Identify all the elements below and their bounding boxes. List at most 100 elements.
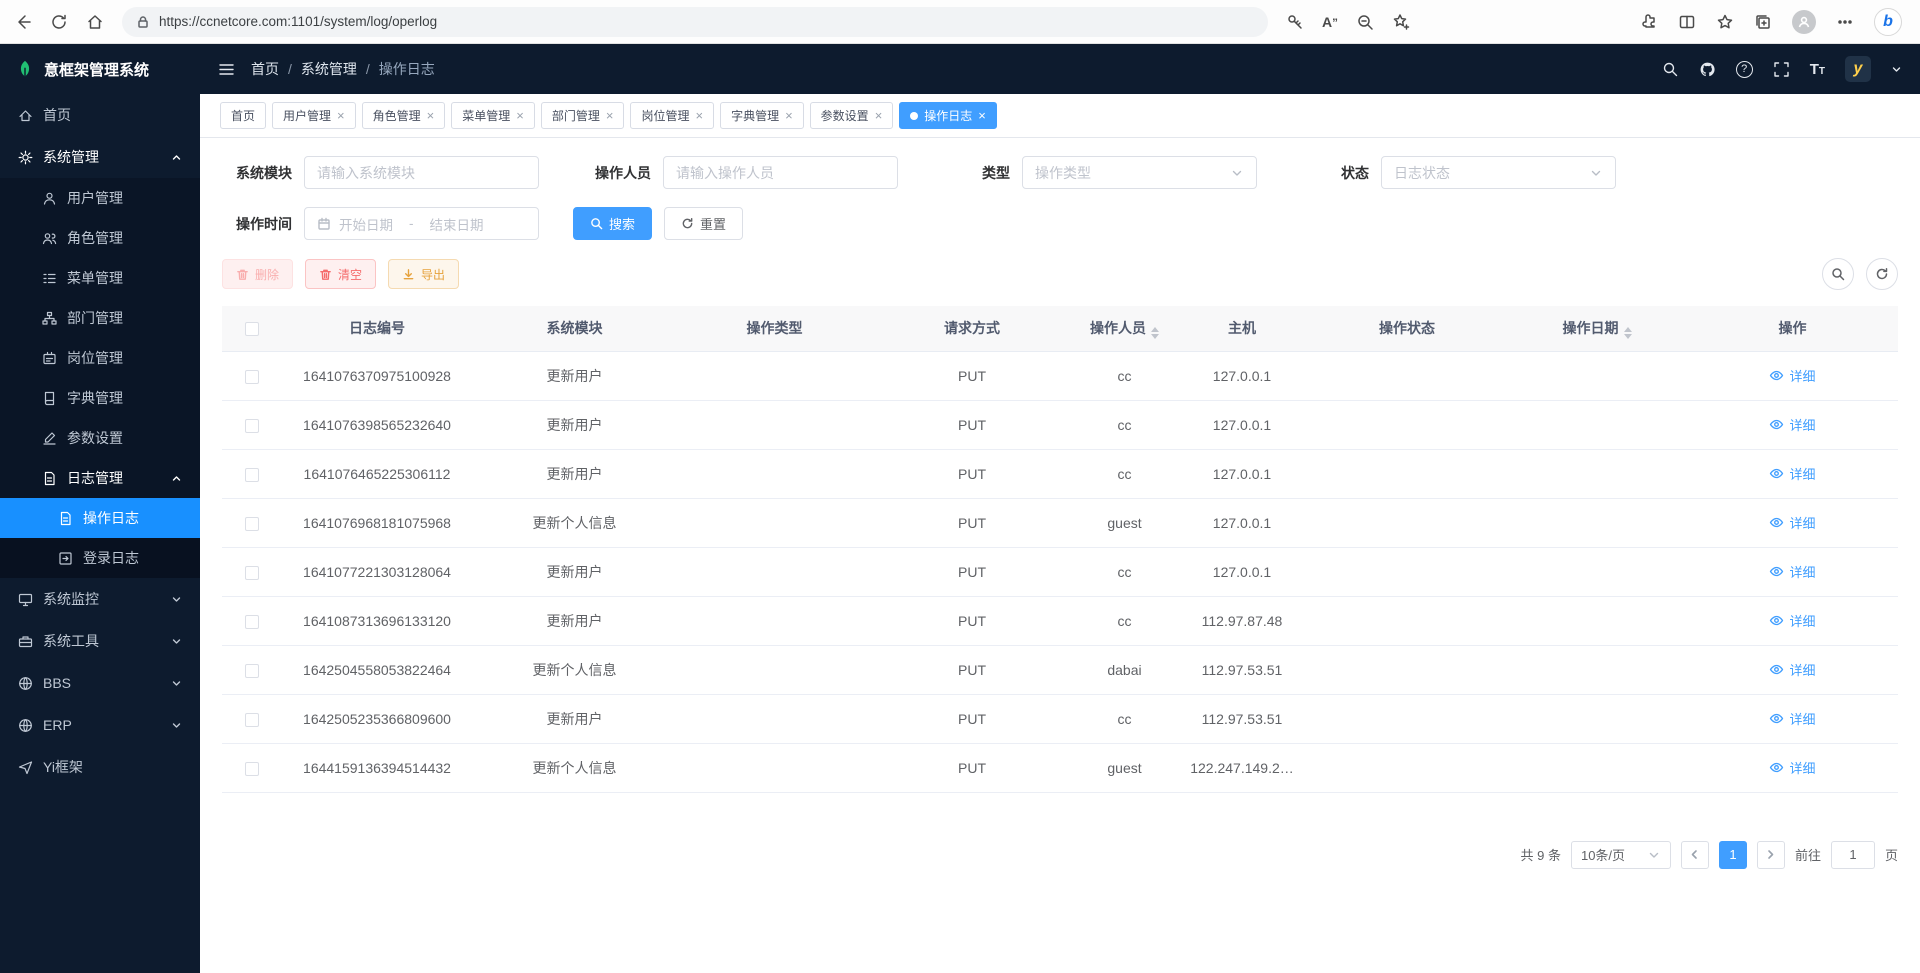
tab-menu[interactable]: 菜单管理× (451, 102, 535, 129)
favorite-add-icon[interactable] (1392, 13, 1410, 31)
tab-home[interactable]: 首页 (220, 102, 266, 129)
home-icon[interactable] (86, 13, 104, 31)
detail-link[interactable]: 详细 (1769, 366, 1815, 385)
sidebar-item-role[interactable]: 角色管理 (0, 218, 200, 258)
extensions-icon[interactable] (1640, 13, 1658, 31)
row-checkbox[interactable] (245, 615, 259, 629)
sidebar-item-dict[interactable]: 字典管理 (0, 378, 200, 418)
chevron-down-icon[interactable] (1891, 64, 1902, 75)
row-checkbox[interactable] (245, 762, 259, 776)
read-aloud-icon[interactable]: A” (1322, 14, 1338, 30)
tab-close-icon[interactable]: × (337, 109, 345, 122)
date-range-input[interactable]: 开始日期 - 结束日期 (304, 207, 539, 240)
detail-link[interactable]: 详细 (1769, 562, 1815, 581)
search-icon[interactable] (1662, 61, 1679, 78)
tab-role[interactable]: 角色管理× (362, 102, 446, 129)
export-button[interactable]: 导出 (388, 259, 459, 289)
next-page-button[interactable] (1757, 841, 1785, 869)
tab-close-icon[interactable]: × (695, 109, 703, 122)
module-input[interactable] (317, 165, 526, 181)
col-date[interactable]: 操作日期 (1507, 306, 1687, 351)
search-button[interactable]: 搜索 (573, 207, 652, 240)
tab-close-icon[interactable]: × (785, 109, 793, 122)
clear-button[interactable]: 清空 (305, 259, 376, 289)
back-icon[interactable] (14, 13, 32, 31)
sort-icon[interactable] (1624, 327, 1632, 339)
sidebar-item-dept[interactable]: 部门管理 (0, 298, 200, 338)
detail-link[interactable]: 详细 (1769, 758, 1815, 777)
sidebar-item-bbs[interactable]: BBS (0, 662, 200, 704)
font-size-icon[interactable]: TT (1810, 61, 1825, 78)
status-select[interactable]: 日志状态 (1381, 156, 1616, 189)
tab-user[interactable]: 用户管理× (272, 102, 356, 129)
sidebar-item-post[interactable]: 岗位管理 (0, 338, 200, 378)
breadcrumb-system[interactable]: 系统管理 (301, 59, 357, 79)
row-checkbox[interactable] (245, 419, 259, 433)
prev-page-button[interactable] (1681, 841, 1709, 869)
refresh-icon[interactable] (50, 13, 68, 31)
sidebar-item-log[interactable]: 日志管理 (0, 458, 200, 498)
type-select[interactable]: 操作类型 (1022, 156, 1257, 189)
sidebar-item-erp[interactable]: ERP (0, 704, 200, 746)
collections-icon[interactable] (1754, 13, 1772, 31)
operator-input[interactable] (676, 165, 885, 181)
address-bar[interactable]: https://ccnetcore.com:1101/system/log/op… (122, 7, 1268, 37)
detail-link[interactable]: 详细 (1769, 709, 1815, 728)
row-checkbox[interactable] (245, 370, 259, 384)
page-size-select[interactable]: 10条/页 (1571, 841, 1671, 869)
collapse-menu-icon[interactable] (218, 61, 235, 78)
tab-dept[interactable]: 部门管理× (541, 102, 625, 129)
delete-button[interactable]: 删除 (222, 259, 293, 289)
detail-link[interactable]: 详细 (1769, 660, 1815, 679)
sidebar-item-home[interactable]: 首页 (0, 94, 200, 136)
tab-close-icon[interactable]: × (978, 109, 986, 122)
sidebar-item-param[interactable]: 参数设置 (0, 418, 200, 458)
col-operator[interactable]: 操作人员 (1072, 306, 1177, 351)
tab-close-icon[interactable]: × (427, 109, 435, 122)
row-checkbox[interactable] (245, 468, 259, 482)
sidebar-item-yi[interactable]: Yi框架 (0, 746, 200, 788)
user-logo[interactable]: y (1845, 56, 1871, 82)
tab-param[interactable]: 参数设置× (810, 102, 894, 129)
tab-close-icon[interactable]: × (606, 109, 614, 122)
zoom-out-icon[interactable] (1356, 13, 1374, 31)
tab-post[interactable]: 岗位管理× (630, 102, 714, 129)
password-key-icon[interactable] (1286, 13, 1304, 31)
detail-link[interactable]: 详细 (1769, 415, 1815, 434)
tab-dict[interactable]: 字典管理× (720, 102, 804, 129)
row-checkbox[interactable] (245, 713, 259, 727)
sidebar-item-user[interactable]: 用户管理 (0, 178, 200, 218)
leaf-logo-icon (16, 60, 34, 78)
toggle-search-button[interactable] (1822, 258, 1854, 290)
row-checkbox[interactable] (245, 664, 259, 678)
page-number-button[interactable]: 1 (1719, 841, 1747, 869)
row-checkbox[interactable] (245, 517, 259, 531)
refresh-table-button[interactable] (1866, 258, 1898, 290)
select-all-checkbox[interactable] (245, 322, 259, 336)
tab-close-icon[interactable]: × (875, 109, 883, 122)
fullscreen-icon[interactable] (1773, 61, 1790, 78)
favorites-bar-icon[interactable] (1716, 13, 1734, 31)
detail-link[interactable]: 详细 (1769, 513, 1815, 532)
detail-link[interactable]: 详细 (1769, 611, 1815, 630)
detail-link[interactable]: 详细 (1769, 464, 1815, 483)
row-checkbox[interactable] (245, 566, 259, 580)
breadcrumb-home[interactable]: 首页 (251, 59, 279, 79)
sidebar-item-system[interactable]: 系统管理 (0, 136, 200, 178)
tab-close-icon[interactable]: × (516, 109, 524, 122)
github-icon[interactable] (1699, 61, 1716, 78)
reset-button[interactable]: 重置 (664, 207, 743, 240)
sort-icon[interactable] (1151, 327, 1159, 339)
bing-icon[interactable]: b (1874, 8, 1902, 36)
goto-page-input[interactable] (1831, 841, 1875, 869)
browser-menu-icon[interactable] (1836, 13, 1854, 31)
sidebar-item-operlog[interactable]: 操作日志 (0, 498, 200, 538)
sidebar-item-menu[interactable]: 菜单管理 (0, 258, 200, 298)
split-screen-icon[interactable] (1678, 13, 1696, 31)
sidebar-item-loginlog[interactable]: 登录日志 (0, 538, 200, 578)
sidebar-item-monitor[interactable]: 系统监控 (0, 578, 200, 620)
help-icon[interactable]: ? (1736, 61, 1753, 78)
sidebar-item-tools[interactable]: 系统工具 (0, 620, 200, 662)
tab-operlog[interactable]: 操作日志× (899, 102, 997, 129)
profile-avatar[interactable] (1792, 10, 1816, 34)
